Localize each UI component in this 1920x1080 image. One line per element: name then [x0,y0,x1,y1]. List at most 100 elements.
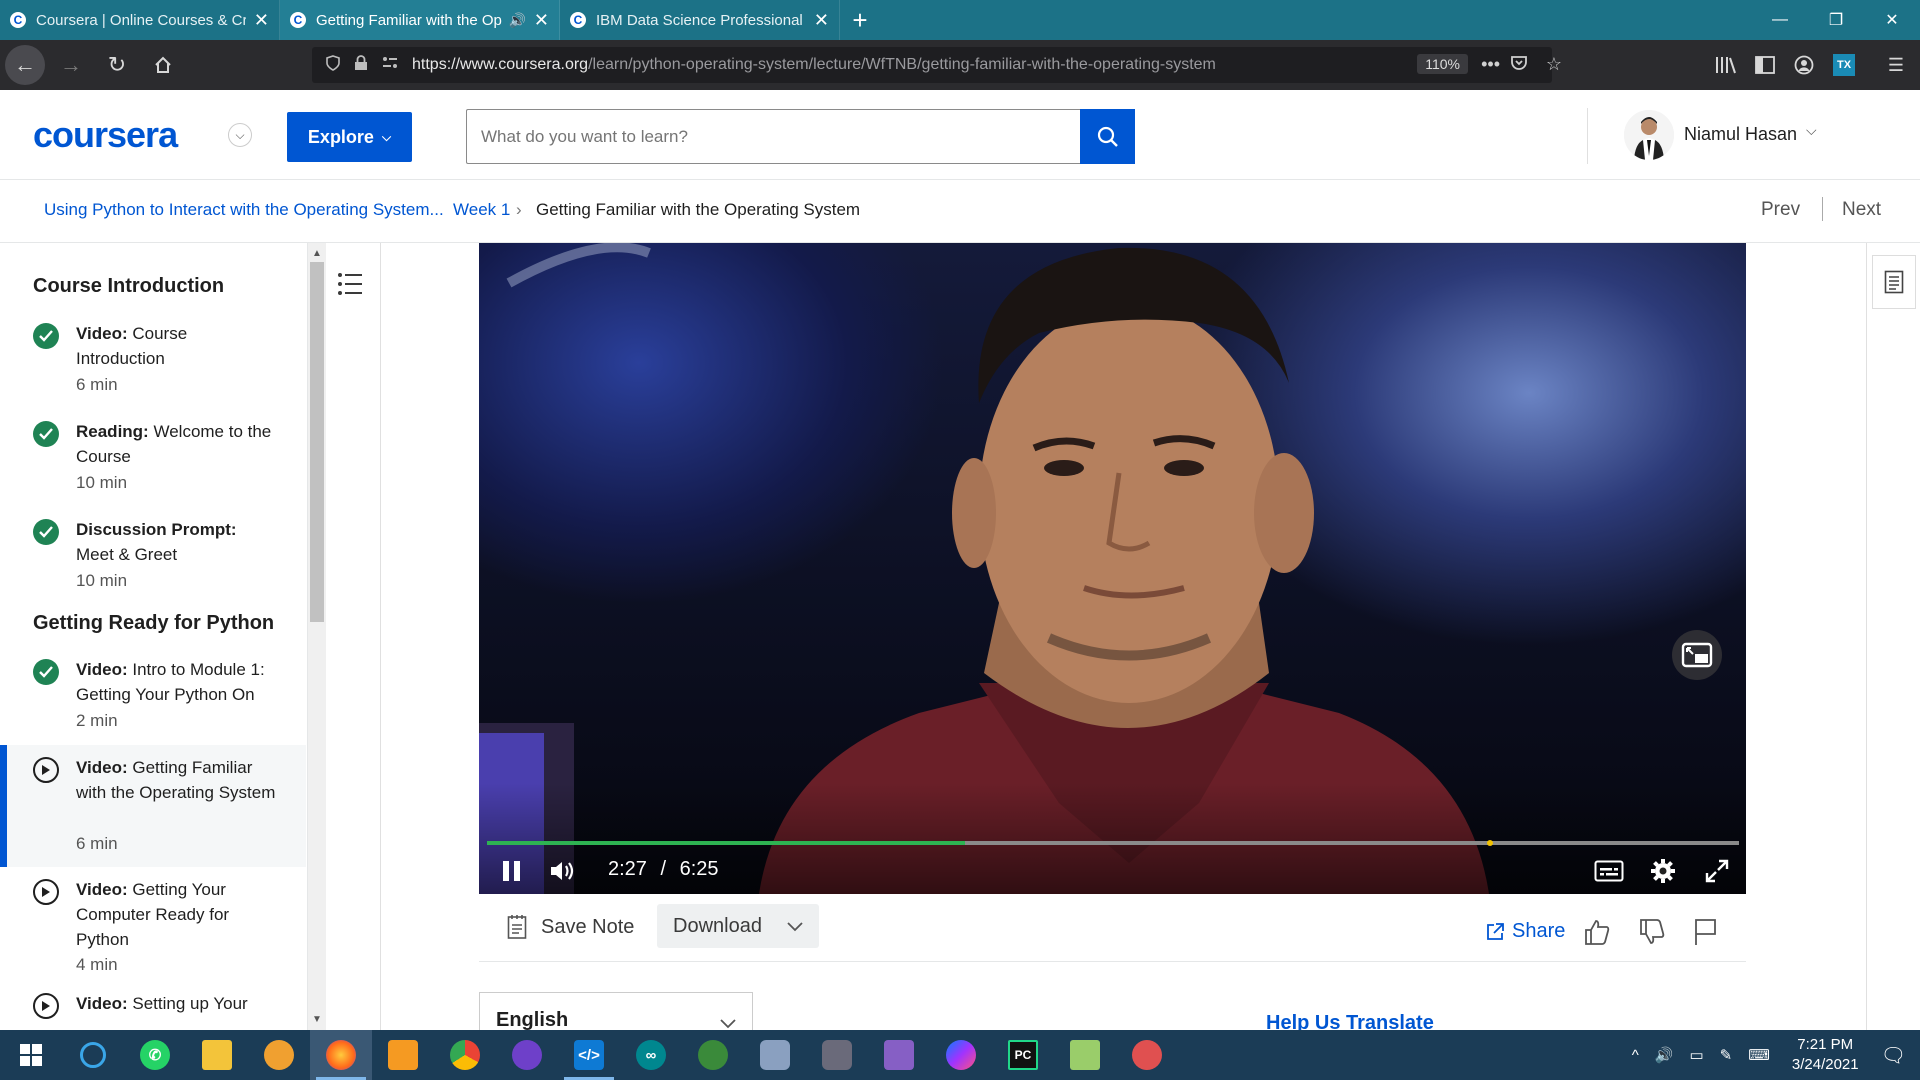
keyboard-icon[interactable]: ⌨ [1748,1046,1770,1064]
close-window-icon[interactable]: ✕ [1864,0,1920,40]
visual-studio-icon[interactable] [868,1030,930,1080]
tor-browser-icon[interactable] [248,1030,310,1080]
settings-button[interactable] [1646,855,1680,887]
browser-tab-lecture[interactable]: C Getting Familiar with the Op 🔊 ✕ [280,0,560,40]
account-icon[interactable] [1784,40,1824,90]
messenger-icon[interactable] [930,1030,992,1080]
volume-button[interactable] [545,855,581,887]
save-note-button[interactable]: Save Note [541,916,634,939]
coursera-logo[interactable]: coursera [33,114,178,156]
scroll-up-arrow-icon[interactable]: ▲ [308,244,326,262]
windows-start-icon[interactable] [0,1030,62,1080]
pen-icon[interactable]: ✎ [1720,1046,1733,1064]
github-desktop-icon[interactable] [496,1030,558,1080]
avatar[interactable] [1624,110,1674,160]
firefox-icon[interactable] [310,1030,372,1080]
speaker-icon[interactable]: 🔊 [1655,1046,1674,1064]
item-type: Video: [76,994,128,1013]
bookmark-star-icon[interactable]: ☆ [1546,54,1562,75]
item-duration: 6 min [76,375,118,394]
browser-tab-coursera-home[interactable]: C Coursera | Online Courses & Cr ✕ [0,0,280,40]
close-tab-icon[interactable]: ✕ [254,10,269,31]
search-button[interactable] [1080,109,1135,164]
tray-chevron-up-icon[interactable]: ^ [1632,1047,1639,1064]
thumbs-up-icon[interactable] [1583,918,1611,946]
whatsapp-icon[interactable]: ✆ [124,1030,186,1080]
note-icon[interactable] [507,914,527,945]
explore-button[interactable]: Explore ⌵ [287,112,412,162]
page-actions-icon[interactable]: ••• [1481,54,1500,75]
item-type: Video: [76,758,128,777]
notes-panel-toggle[interactable] [1872,255,1916,309]
next-button[interactable]: Next [1842,199,1881,221]
translate-extension-icon[interactable]: TX [1824,40,1864,90]
outline-item[interactable]: Video: Intro to Module 1: Getting Your P… [0,649,306,745]
outline-item[interactable]: Video: Getting Your Computer Ready for P… [0,869,306,989]
scroll-down-arrow-icon[interactable]: ▼ [308,1010,326,1028]
outline-item[interactable]: Video: Course Introduction 6 min [0,313,306,409]
lock-icon[interactable] [354,55,368,75]
item-type: Video: [76,324,128,343]
picture-in-picture-icon[interactable] [1672,630,1722,680]
item-duration: 6 min [76,834,118,853]
address-bar[interactable]: https://www.coursera.org/learn/python-op… [312,47,1562,83]
owl-app-icon[interactable] [1116,1030,1178,1080]
outline-item[interactable]: Discussion Prompt: Meet & Greet 10 min [0,509,306,605]
fullscreen-button[interactable] [1700,855,1734,887]
restore-icon[interactable]: ❐ [1808,0,1864,40]
breadcrumb-course-link[interactable]: Using Python to Interact with the Operat… [44,200,444,220]
video-progress-bar[interactable] [487,840,1739,846]
permissions-icon[interactable] [382,56,398,74]
chevron-down-icon[interactable]: ⌵ [228,123,252,147]
pause-button[interactable] [496,855,528,887]
chevron-down-icon[interactable]: ⌵ [1806,122,1817,139]
sublime-or-app-icon[interactable] [372,1030,434,1080]
home-icon[interactable] [143,45,183,85]
search-app-icon[interactable] [62,1030,124,1080]
flag-icon[interactable] [1693,918,1719,946]
sidebar-toggle-icon[interactable] [1745,40,1785,90]
arduino-icon[interactable]: ∞ [620,1030,682,1080]
file-explorer-icon[interactable] [186,1030,248,1080]
notepad-app-icon[interactable] [1054,1030,1116,1080]
chrome-icon[interactable] [434,1030,496,1080]
url-text[interactable]: https://www.coursera.org/learn/python-op… [412,56,1216,74]
close-tab-icon[interactable]: ✕ [534,10,549,31]
hamburger-menu-icon[interactable]: ☰ [1876,40,1916,90]
taskbar-clock[interactable]: 7:21 PM 3/24/2021 [1792,1035,1859,1075]
pocket-icon[interactable] [1510,54,1528,77]
course-menu-toggle-icon[interactable] [330,260,370,308]
close-tab-icon[interactable]: ✕ [814,10,829,31]
outline-item[interactable]: Reading: Welcome to the Course 10 min [0,411,306,507]
video-player[interactable] [479,243,1746,894]
search-input[interactable] [466,109,1082,164]
back-arrow-icon[interactable]: ← [5,45,45,85]
thumbs-down-icon[interactable] [1638,918,1666,946]
network-icon[interactable]: ▭ [1689,1046,1703,1064]
telescope-app-icon[interactable] [806,1030,868,1080]
sidebar-scrollbar-thumb[interactable] [310,262,324,622]
globe-app-icon[interactable] [682,1030,744,1080]
forward-arrow-icon[interactable]: → [51,45,91,85]
new-tab-button[interactable]: + [840,0,880,40]
download-dropdown[interactable]: Download [657,904,819,948]
vscode-icon[interactable]: </> [558,1030,620,1080]
breadcrumb-week-link[interactable]: Week 1 [453,200,510,220]
library-icon[interactable] [1706,40,1746,90]
browser-tab-ibm[interactable]: C IBM Data Science Professional ✕ [560,0,840,40]
shield-icon[interactable] [326,55,340,75]
pycharm-icon[interactable]: PC [992,1030,1054,1080]
minimize-icon[interactable]: — [1752,0,1808,40]
user-name[interactable]: Niamul Hasan [1684,124,1797,145]
notifications-icon[interactable]: 🗨 [1881,1043,1906,1068]
captions-button[interactable] [1592,855,1626,887]
satellite-app-icon[interactable] [744,1030,806,1080]
share-icon[interactable] [1485,922,1505,942]
prev-button[interactable]: Prev [1761,199,1800,221]
outline-item[interactable]: Video: Setting up Your [0,991,306,1030]
outline-item-active[interactable]: Video: Getting Familiar with the Operati… [0,745,306,867]
speaker-icon[interactable]: 🔊 [508,12,525,29]
reload-icon[interactable]: ↻ [97,45,137,85]
zoom-level[interactable]: 110% [1417,54,1468,74]
share-button[interactable]: Share [1512,920,1565,943]
